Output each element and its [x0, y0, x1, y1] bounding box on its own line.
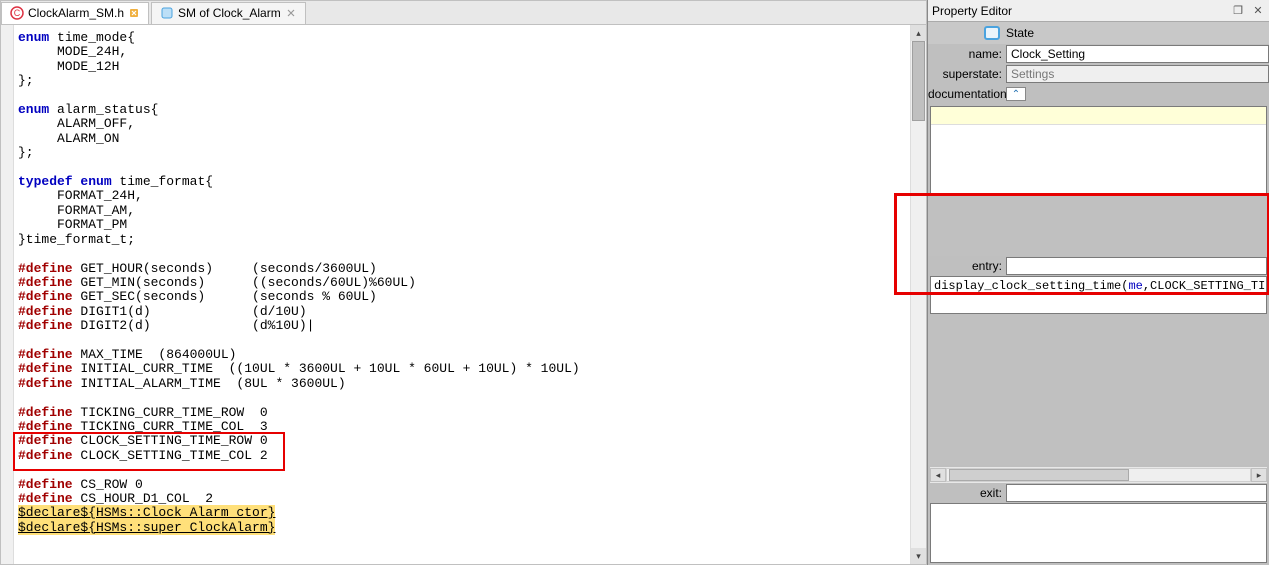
entry-field-row: entry: — [928, 256, 1269, 276]
entry-label: entry: — [928, 259, 1006, 273]
scroll-right-icon[interactable]: ▸ — [1251, 468, 1267, 482]
superstate-input — [1006, 65, 1269, 83]
exit-code-area[interactable] — [930, 503, 1267, 563]
spacer — [928, 196, 1269, 256]
tab-bar: C ClockAlarm_SM.h SM of Clock_Alarm — [1, 1, 926, 25]
property-editor-panel: Property Editor ❐ ✕ State name: supersta… — [927, 0, 1269, 565]
name-label: name: — [928, 47, 1006, 61]
code-text-area[interactable]: enum time_mode{ MODE_24H, MODE_12H}; enu… — [14, 25, 910, 564]
close-icon[interactable]: ✕ — [1251, 4, 1265, 18]
documentation-label: documentation: — [928, 87, 1006, 101]
name-field-row: name: — [928, 44, 1269, 64]
exit-label: exit: — [928, 486, 1006, 500]
entry-input[interactable] — [1006, 257, 1267, 275]
scroll-thumb[interactable] — [949, 469, 1129, 481]
spacer — [928, 314, 1269, 465]
scroll-track[interactable] — [911, 41, 926, 548]
tab-sm-clock-alarm[interactable]: SM of Clock_Alarm — [151, 2, 306, 24]
code-editor-panel: C ClockAlarm_SM.h SM of Clock_Alarm enum… — [0, 0, 927, 565]
superstate-label: superstate: — [928, 67, 1006, 81]
documentation-textarea[interactable] — [930, 106, 1267, 196]
code-editor[interactable]: enum time_mode{ MODE_24H, MODE_12H}; enu… — [1, 25, 926, 564]
scroll-up-icon[interactable]: ▴ — [911, 25, 926, 41]
state-type-label: State — [1006, 26, 1034, 40]
state-type-row: State — [928, 22, 1269, 44]
property-editor-header: Property Editor ❐ ✕ — [928, 0, 1269, 22]
close-icon[interactable] — [285, 7, 297, 19]
sm-file-icon — [160, 6, 174, 20]
documentation-field-row: documentation: ⌃ — [928, 84, 1269, 104]
vertical-scrollbar[interactable]: ▴ ▾ — [910, 25, 926, 564]
superstate-field-row: superstate: — [928, 64, 1269, 84]
name-input[interactable] — [1006, 45, 1269, 63]
state-icon — [984, 26, 1000, 40]
close-icon[interactable] — [128, 7, 140, 19]
property-editor-title: Property Editor — [932, 4, 1012, 18]
editor-gutter — [1, 25, 14, 564]
property-editor-body: State name: superstate: documentation: ⌃… — [928, 22, 1269, 565]
tab-clockalarm-h[interactable]: C ClockAlarm_SM.h — [1, 2, 149, 24]
exit-field-row: exit: — [928, 483, 1269, 503]
horizontal-scrollbar[interactable]: ◂ ▸ — [930, 467, 1267, 483]
scroll-thumb[interactable] — [912, 41, 925, 121]
scroll-down-icon[interactable]: ▾ — [911, 548, 926, 564]
exit-input[interactable] — [1006, 484, 1267, 502]
scroll-track[interactable] — [946, 468, 1251, 482]
scroll-left-icon[interactable]: ◂ — [930, 468, 946, 482]
restore-icon[interactable]: ❐ — [1231, 4, 1245, 18]
doc-toggle-icon[interactable]: ⌃ — [1006, 87, 1026, 101]
tab-label: ClockAlarm_SM.h — [28, 6, 124, 20]
tab-label: SM of Clock_Alarm — [178, 6, 281, 20]
c-file-icon: C — [10, 6, 24, 20]
svg-text:C: C — [14, 8, 21, 18]
entry-code-area[interactable]: display_clock_setting_time(me,CLOCK_SETT… — [930, 276, 1267, 314]
